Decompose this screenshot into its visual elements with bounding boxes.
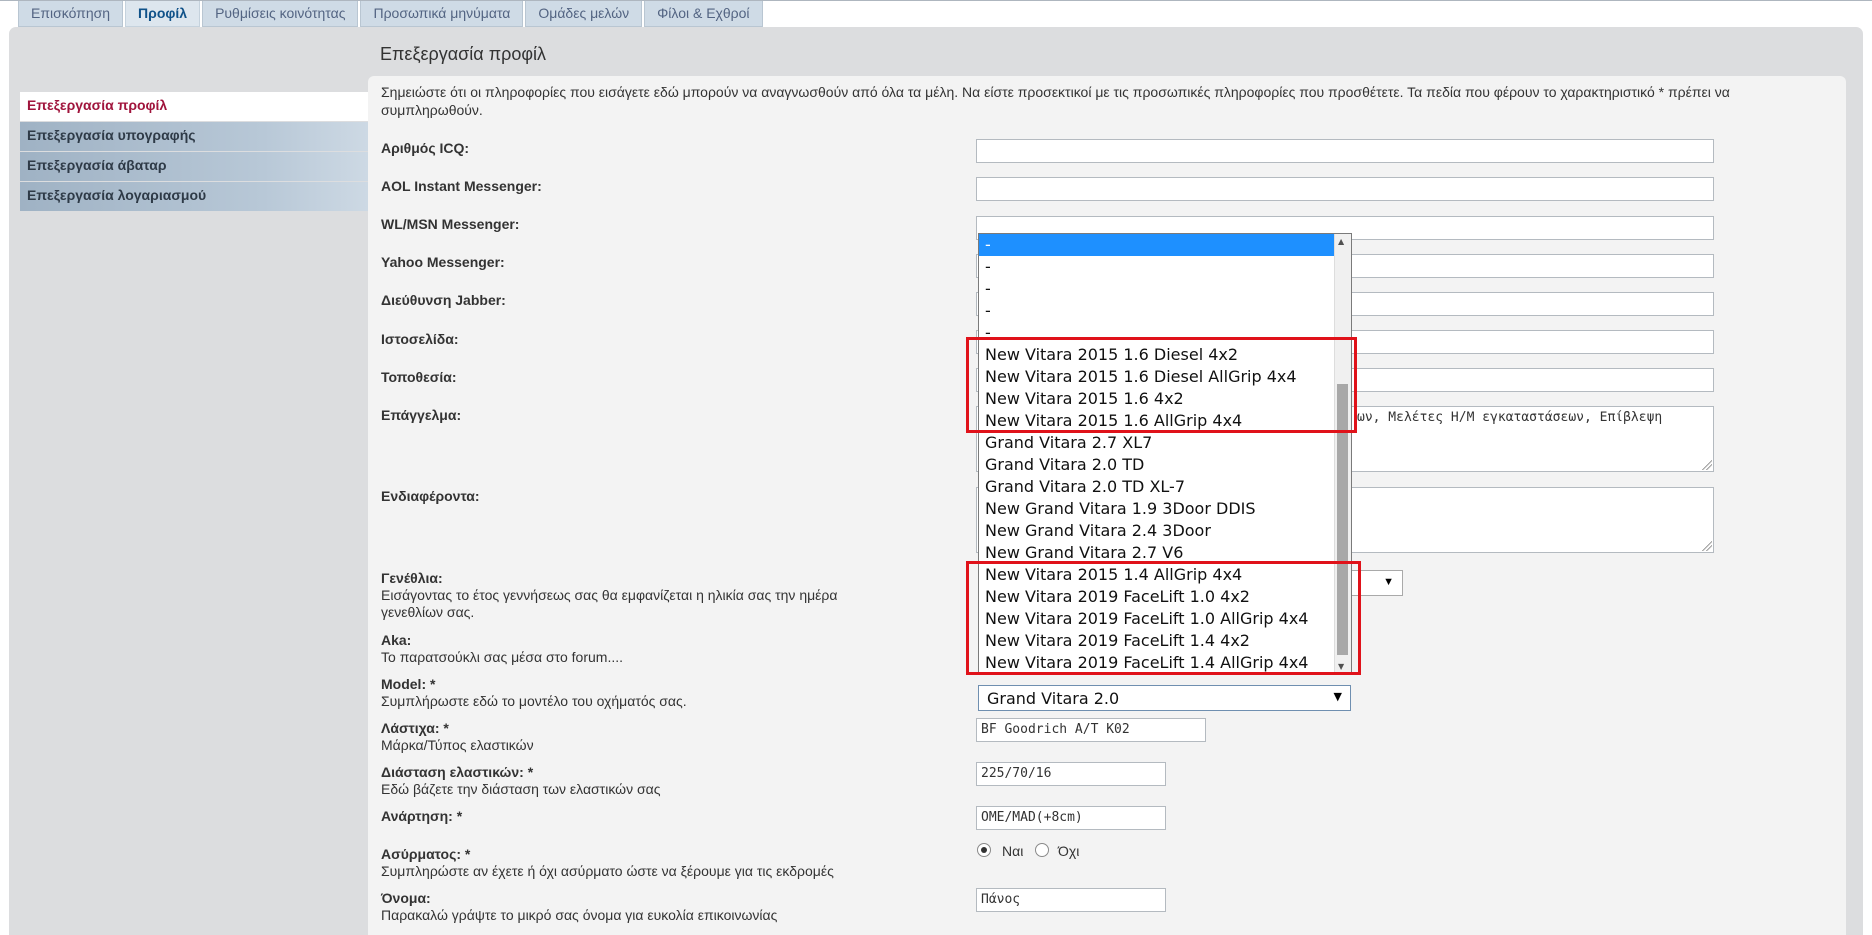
sidebar-item-edit-account[interactable]: Επεξεργασία λογαριασμού (20, 182, 368, 211)
dropdown-option[interactable]: Grand Vitara 2.0 TD (979, 454, 1351, 476)
occupation-label: Επάγγελμα: (381, 407, 462, 423)
model-label: Model: * Συμπλήρωστε εδώ το μοντέλο του ο… (381, 676, 687, 709)
icq-label: Αριθμός ICQ: (381, 140, 470, 156)
aol-input[interactable] (976, 177, 1714, 201)
tab-friends-foes[interactable]: Φίλοι & Εχθροί (644, 1, 763, 27)
radio-no[interactable] (1035, 843, 1049, 857)
interests-label: Ενδιαφέροντα: (381, 488, 480, 504)
name-input[interactable]: Πάνος (976, 888, 1166, 912)
dropdown-option[interactable]: New Grand Vitara 2.7 V6 (979, 542, 1351, 564)
dropdown-scrollbar[interactable]: ▲ ▼ (1334, 234, 1351, 673)
location-label: Τοποθεσία: (381, 369, 457, 385)
sidebar: Επεξεργασία προφίλ Επεξεργασία υπογραφής… (20, 92, 368, 212)
privacy-notice: Σημειώστε ότι οι πληροφορίες που εισάγετ… (381, 84, 1730, 118)
dropdown-option[interactable]: - (979, 300, 1351, 322)
suspension-label: Ανάρτηση: * (381, 808, 463, 824)
radio-no-label[interactable]: Όχι (1058, 843, 1079, 859)
suspension-input[interactable]: OME/MAD(+8cm) (976, 806, 1166, 830)
dropdown-option[interactable]: Grand Vitara 2.7 XL7 (979, 432, 1351, 454)
tyres-input[interactable]: BF Goodrich A/T K02 (976, 718, 1206, 742)
resize-grip-icon[interactable] (1702, 541, 1712, 551)
tab-usergroups[interactable]: Ομάδες μελών (525, 1, 643, 27)
occupation-value: ων, Μελέτες Η/Μ εγκαταστάσεων, Επίβλεψη (1357, 410, 1663, 425)
dropdown-option[interactable]: - (979, 278, 1351, 300)
page-title: Επεξεργασία προφίλ (380, 44, 547, 64)
name-label: Όνομα: Παρακαλώ γράψτε το μικρό σας όνομα… (381, 890, 778, 923)
radio-yes-label[interactable]: Ναι (1002, 843, 1023, 859)
model-select[interactable]: Grand Vitara 2.0 ▼ (978, 685, 1351, 711)
sidebar-item-edit-avatar[interactable]: Επεξεργασία άβαταρ (20, 152, 368, 181)
dropdown-option[interactable]: New Vitara 2015 1.6 AllGrip 4x4 (979, 410, 1351, 432)
radio-label: Ασύρματος: * Συμπληρώστε αν έχετε ή όχι α… (381, 846, 834, 879)
radio-hint: Συμπληρώστε αν έχετε ή όχι ασύρματο ώστε… (381, 863, 834, 879)
icq-input[interactable] (976, 139, 1714, 163)
tab-overview[interactable]: Επισκόπηση (18, 1, 124, 27)
dropdown-option[interactable]: Grand Vitara 2.0 TD XL-7 (979, 476, 1351, 498)
dropdown-option[interactable]: New Grand Vitara 1.9 3Door DDIS (979, 498, 1351, 520)
dropdown-option[interactable]: New Vitara 2015 1.4 AllGrip 4x4 (979, 564, 1351, 586)
birthday-label: Γενέθλια: Εισάγοντας το έτος γεννήσεως σα… (381, 570, 838, 620)
birthday-year-select[interactable]: ▼ (1345, 570, 1403, 596)
sidebar-item-edit-signature[interactable]: Επεξεργασία υπογραφής (20, 122, 368, 151)
tyre-size-input[interactable]: 225/70/16 (976, 762, 1166, 786)
chevron-down-icon: ▼ (1333, 690, 1342, 703)
dropdown-option[interactable]: New Vitara 2019 FaceLift 1.4 4x2 (979, 630, 1351, 652)
birthday-hint: Εισάγοντας το έτος γεννήσεως σας θα εμφα… (381, 587, 838, 620)
dropdown-option[interactable]: - (979, 256, 1351, 278)
dropdown-option[interactable]: New Vitara 2015 1.6 Diesel AllGrip 4x4 (979, 366, 1351, 388)
tyres-hint: Μάρκα/Τύπος ελαστικών (381, 737, 534, 753)
scroll-down-arrow-icon[interactable]: ▼ (1338, 662, 1344, 671)
dropdown-option[interactable]: - (979, 234, 1351, 256)
model-hint: Συμπλήρωστε εδώ το μοντέλο του οχήματός … (381, 693, 687, 709)
msn-label: WL/MSN Messenger: (381, 216, 520, 232)
model-select-value: Grand Vitara 2.0 (987, 689, 1120, 708)
tyres-label: Λάστιχα: * Μάρκα/Τύπος ελαστικών (381, 720, 534, 753)
dropdown-option[interactable]: New Vitara 2015 1.6 Diesel 4x2 (979, 344, 1351, 366)
aka-label: Aka: Το παρατσούκλι σας μέσα στο forum...… (381, 632, 624, 665)
tab-board-preferences[interactable]: Ρυθμίσεις κοινότητας (202, 1, 359, 27)
sidebar-item-edit-profile[interactable]: Επεξεργασία προφίλ (20, 92, 368, 121)
radio-yes[interactable] (977, 843, 991, 857)
model-dropdown-list[interactable]: - - - - - New Vitara 2015 1.6 Diesel 4x2… (978, 233, 1352, 674)
tab-profile[interactable]: Προφίλ (125, 1, 201, 27)
dropdown-option[interactable]: New Vitara 2019 FaceLift 1.0 AllGrip 4x4 (979, 608, 1351, 630)
aka-hint: Το παρατσούκλι σας μέσα στο forum.... (381, 649, 624, 665)
tab-private-messages[interactable]: Προσωπικά μηνύματα (360, 1, 524, 27)
resize-grip-icon[interactable] (1702, 460, 1712, 470)
dropdown-option[interactable]: New Vitara 2019 FaceLift 1.4 AllGrip 4x4 (979, 652, 1351, 673)
dropdown-option[interactable]: New Vitara 2015 1.6 4x2 (979, 388, 1351, 410)
dropdown-option[interactable]: - (979, 322, 1351, 344)
yahoo-label: Yahoo Messenger: (381, 254, 505, 270)
jabber-label: Διεύθυνση Jabber: (381, 292, 506, 308)
scroll-up-arrow-icon[interactable]: ▲ (1338, 237, 1344, 246)
dropdown-option[interactable]: New Grand Vitara 2.4 3Door (979, 520, 1351, 542)
name-hint: Παρακαλώ γράψτε το μικρό σας όνομα για ε… (381, 907, 778, 923)
website-label: Ιστοσελίδα: (381, 331, 459, 347)
chevron-down-icon: ▼ (1383, 576, 1394, 588)
main-tabs: Επισκόπηση Προφίλ Ρυθμίσεις κοινότητας Π… (18, 1, 763, 27)
aol-label: AOL Instant Messenger: (381, 178, 542, 194)
tyre-size-hint: Εδώ βάζετε την διάσταση των ελαστικών σα… (381, 781, 661, 797)
tyre-size-label: Διάσταση ελαστικών: * Εδώ βάζετε την διάσ… (381, 764, 661, 797)
scrollbar-thumb[interactable] (1337, 384, 1348, 655)
dropdown-option[interactable]: New Vitara 2019 FaceLift 1.0 4x2 (979, 586, 1351, 608)
